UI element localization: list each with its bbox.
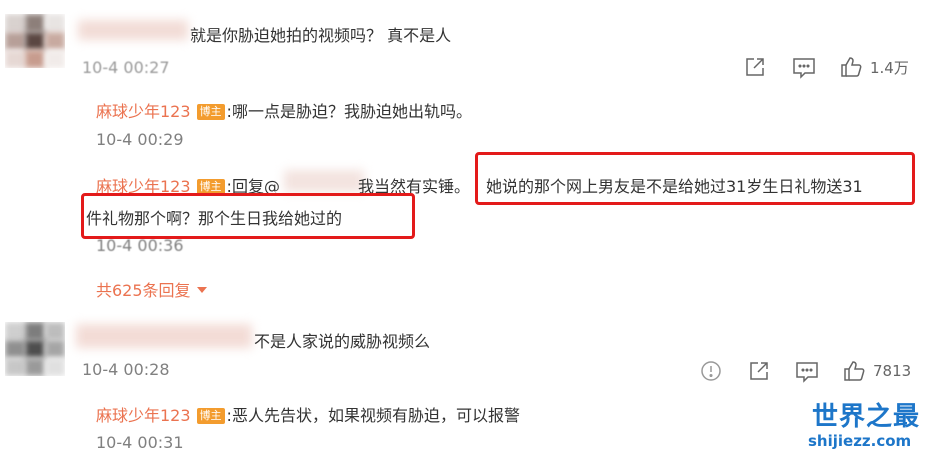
- like-button[interactable]: 1.4万: [840, 56, 909, 78]
- like-count: 1.4万: [870, 58, 909, 77]
- comment-text: 不是人家说的威胁视频么: [254, 332, 431, 351]
- avatar[interactable]: [5, 322, 65, 376]
- blurred-username[interactable]: [76, 324, 252, 348]
- comment-time: 10-4 00:28: [82, 360, 170, 379]
- reply-username[interactable]: 麻球少年123: [96, 406, 191, 425]
- comment-icon: [793, 58, 815, 79]
- watermark-title: 世界之最: [812, 402, 921, 432]
- blogger-badge: 博主: [196, 408, 225, 424]
- blogger-badge: 博主: [196, 104, 225, 120]
- reply-line: 麻球少年123 博主:哪一点是胁迫？我胁迫她出轨吗。: [96, 98, 472, 122]
- reply-time: 10-4 00:31: [96, 433, 184, 452]
- blurred-username[interactable]: [78, 20, 188, 40]
- reply-text: :哪一点是胁迫？我胁迫她出轨吗。: [226, 102, 472, 121]
- blurred-mention[interactable]: [284, 170, 364, 192]
- reply-time: 10-4 00:29: [96, 130, 184, 149]
- like-icon: [844, 361, 865, 381]
- share-icon: [746, 58, 764, 76]
- reply-text: :恶人先告状，如果视频有胁迫，可以报警: [226, 406, 520, 425]
- more-replies-link[interactable]: 共625条回复: [96, 277, 208, 301]
- caret-down-icon: [196, 287, 207, 293]
- like-button[interactable]: 7813: [843, 360, 911, 382]
- more-replies-label: 共625条回复: [96, 281, 191, 300]
- share-button[interactable]: [748, 360, 770, 382]
- comment-time: 10-4 00:27: [82, 58, 170, 77]
- highlight-box: [81, 193, 415, 239]
- comment-button[interactable]: [792, 57, 816, 79]
- reply-username[interactable]: 麻球少年123: [96, 102, 191, 121]
- watermark-url: shijiezz.com: [808, 432, 912, 450]
- avatar[interactable]: [5, 14, 65, 68]
- comment-icon: [796, 362, 818, 383]
- share-icon: [750, 362, 768, 380]
- like-count: 7813: [873, 362, 912, 380]
- comment-button[interactable]: [795, 361, 819, 383]
- share-button[interactable]: [744, 56, 766, 78]
- comment-text: 就是你胁迫她拍的视频吗？ 真不是人: [190, 26, 452, 45]
- reply-line: 麻球少年123 博主:恶人先告状，如果视频有胁迫，可以报警: [96, 402, 520, 426]
- report-icon: [701, 361, 721, 381]
- highlight-box: [475, 152, 915, 205]
- like-icon: [841, 57, 862, 77]
- report-button[interactable]: [700, 360, 722, 382]
